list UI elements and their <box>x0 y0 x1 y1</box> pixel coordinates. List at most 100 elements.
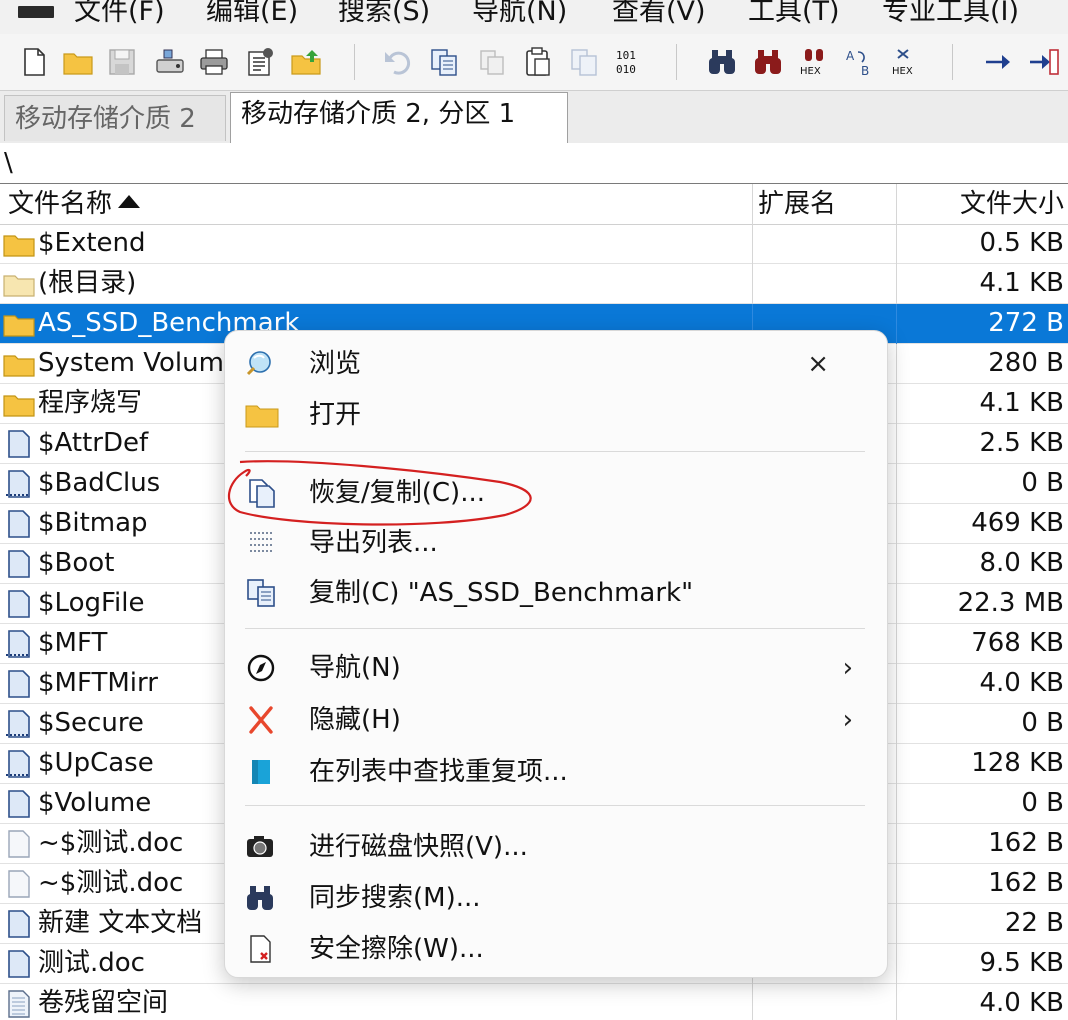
menu-file[interactable]: 文件(F) <box>74 0 165 30</box>
find-text-icon[interactable]: AB <box>842 44 878 80</box>
file-sys-icon <box>6 470 30 498</box>
menu-bar: 文件(F) 编辑(E) 搜索(S) 导航(N) 查看(V) 工具(T) 专业工具… <box>0 0 1068 34</box>
folder-icon <box>3 235 35 257</box>
file-name: $Volume <box>38 788 152 818</box>
context-menu-item[interactable]: 导出列表... <box>225 519 887 567</box>
paste-icon[interactable] <box>520 44 556 80</box>
context-menu-item[interactable]: 浏览 × <box>225 340 887 388</box>
menu-pro-tools[interactable]: 专业工具(I) <box>882 0 1019 30</box>
goto-sector-icon[interactable] <box>1026 44 1062 80</box>
copy-icon[interactable] <box>426 44 462 80</box>
system-menu-icon[interactable] <box>18 6 54 18</box>
context-menu-item[interactable]: 复制(C) "AS_SSD_Benchmark" <box>225 569 887 617</box>
paste-special-icon[interactable] <box>566 44 602 80</box>
column-header-size[interactable]: 文件大小 <box>960 184 1064 224</box>
save-icon[interactable] <box>104 44 140 80</box>
menu-search[interactable]: 搜索(S) <box>338 0 430 30</box>
column-header-extension[interactable]: 扩展名 <box>758 184 836 224</box>
find-icon[interactable] <box>704 44 740 80</box>
find-duplicates-icon <box>243 756 279 788</box>
file-name: $Boot <box>38 548 115 578</box>
file-name: 卷残留空间 <box>38 988 169 1018</box>
menu-separator <box>245 805 865 806</box>
context-menu-item[interactable]: 隐藏(H) › <box>225 696 887 744</box>
context-menu-label: 隐藏(H) <box>309 705 401 735</box>
file-size: 162 B <box>988 868 1064 898</box>
properties-icon[interactable] <box>242 44 278 80</box>
context-menu-label: 导出列表... <box>309 528 438 558</box>
menu-navigate[interactable]: 导航(N) <box>472 0 567 30</box>
file-name: $LogFile <box>38 588 145 618</box>
file-icon <box>8 950 30 978</box>
replace-hex-icon[interactable]: HEX <box>888 44 924 80</box>
context-menu-label: 打开 <box>309 400 362 430</box>
file-name: 测试.doc <box>38 948 145 978</box>
current-path: \ <box>4 148 13 178</box>
context-menu-item[interactable]: 进行磁盘快照(V)... <box>225 823 887 871</box>
file-size: 128 KB <box>971 748 1064 778</box>
folder-icon <box>3 315 35 337</box>
binary-101-010-icon[interactable]: 101 010 <box>610 44 646 80</box>
undo-icon[interactable] <box>380 44 416 80</box>
file-name: $MFTMirr <box>38 668 158 698</box>
context-menu: 浏览 × 打开恢复/复制(C)... 导出列表... 复制(C) "AS_SSD_Ben… <box>224 330 888 978</box>
file-sys-icon <box>6 710 30 738</box>
file-name: $UpCase <box>38 748 154 778</box>
folder-icon <box>243 399 279 431</box>
file-size: 4.0 KB <box>979 988 1065 1018</box>
menu-edit[interactable]: 编辑(E) <box>206 0 298 30</box>
file-size: 768 KB <box>971 628 1064 658</box>
menu-separator <box>245 628 865 629</box>
table-row[interactable]: $Extend 0.5 KB <box>0 224 1068 264</box>
tab-removable-storage-partition[interactable]: 移动存储介质 2, 分区 1 <box>230 92 568 143</box>
file-icon <box>8 510 30 538</box>
context-menu-item[interactable]: 导航(N) › <box>225 644 887 692</box>
close-icon[interactable]: × <box>807 340 829 388</box>
context-menu-item[interactable]: 安全擦除(W)... <box>225 925 887 973</box>
svg-text:A: A <box>846 49 855 63</box>
context-menu-item[interactable]: 在列表中查找重复项... <box>225 748 887 796</box>
file-size: 8.0 KB <box>979 548 1065 578</box>
svg-text:101: 101 <box>616 49 636 62</box>
table-row[interactable]: 卷残留空间 4.0 KB <box>0 984 1068 1020</box>
export-icon[interactable] <box>288 44 324 80</box>
context-menu-item[interactable]: 恢复/复制(C)... <box>225 469 887 517</box>
tab-removable-storage[interactable]: 移动存储介质 2 <box>4 95 226 141</box>
file-name: $Bitmap <box>38 508 148 538</box>
table-row[interactable]: (根目录) 4.1 KB <box>0 264 1068 304</box>
file-name: $MFT <box>38 628 108 658</box>
print-icon[interactable] <box>196 44 232 80</box>
goto-offset-icon[interactable] <box>980 44 1016 80</box>
secure-erase-icon <box>243 933 279 965</box>
file-icon <box>8 430 30 458</box>
menu-view[interactable]: 查看(V) <box>612 0 706 30</box>
column-header-name[interactable]: 文件名称 <box>8 184 141 224</box>
file-size: 4.1 KB <box>979 388 1065 418</box>
folder-open-icon <box>3 275 35 297</box>
cut-icon[interactable] <box>474 44 510 80</box>
file-name: (根目录) <box>38 268 137 298</box>
menu-tools[interactable]: 工具(T) <box>748 0 840 30</box>
new-file-icon[interactable] <box>16 44 52 80</box>
file-icon <box>8 910 30 938</box>
browse-icon <box>243 348 279 380</box>
context-menu-label: 恢复/复制(C)... <box>309 478 485 508</box>
file-name: $BadClus <box>38 468 161 498</box>
file-size: 0 B <box>1021 468 1064 498</box>
context-menu-item[interactable]: 打开 <box>225 391 887 439</box>
file-name: $AttrDef <box>38 428 149 458</box>
find-replace-icon[interactable] <box>750 44 786 80</box>
context-menu-item[interactable]: 同步搜索(M)... <box>225 874 887 922</box>
file-size: 4.0 KB <box>979 668 1065 698</box>
toolbar: 101 010 HEX AB HEX <box>0 34 1068 91</box>
file-size: 0.5 KB <box>979 228 1065 258</box>
file-sys-icon <box>6 750 30 778</box>
disk-icon[interactable] <box>152 44 188 80</box>
find-hex-icon[interactable]: HEX <box>796 44 832 80</box>
open-folder-icon[interactable] <box>60 44 96 80</box>
context-menu-label: 同步搜索(M)... <box>309 883 481 913</box>
file-name: ~$测试.doc <box>38 828 184 858</box>
file-size: 280 B <box>988 348 1064 378</box>
file-name: $Extend <box>38 228 146 258</box>
svg-text:HEX: HEX <box>892 66 913 77</box>
